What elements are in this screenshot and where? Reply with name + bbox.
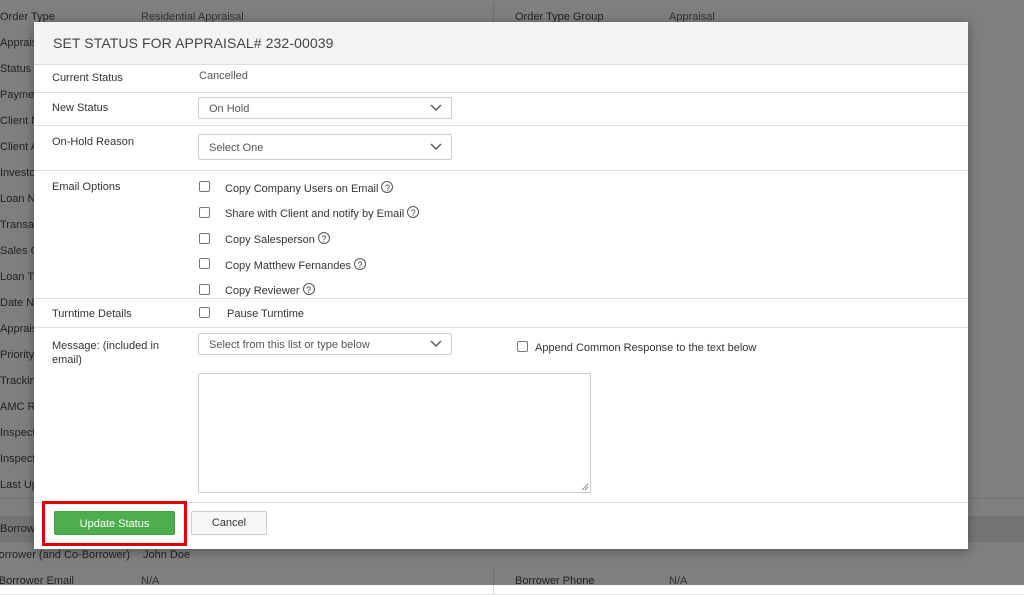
modal-header: SET STATUS FOR APPRAISAL# 232-00039 [34,22,968,65]
email-options-row: Email Options Copy Company Users on Emai… [34,170,968,299]
option-label: Copy Reviewer [225,285,300,297]
option-label: Copy Company Users on Email [225,183,379,195]
chevron-down-icon [430,340,442,347]
pause-turntime-checkbox[interactable] [199,307,210,318]
copy-company-users-checkbox[interactable] [199,181,210,192]
help-icon[interactable]: ? [407,206,420,218]
new-status-selected: On Hold [209,103,250,115]
option-label: Copy Salesperson [225,234,315,246]
email-options-label: Email Options [52,181,121,193]
cancel-button[interactable]: Cancel [191,511,267,535]
set-status-modal: SET STATUS FOR APPRAISAL# 232-00039 Curr… [34,22,968,549]
share-with-client-checkbox[interactable] [199,207,210,218]
help-icon[interactable]: ? [302,283,315,295]
current-status-label: Current Status [52,72,123,84]
option-label: Share with Client and notify by Email [225,208,405,220]
on-hold-reason-selected: Select One [209,142,264,154]
current-status-row: Current Status Cancelled [34,64,968,93]
append-common-response-label: Append Common Response to the text below [535,342,757,354]
turntime-label: Turntime Details [52,308,132,320]
new-status-label: New Status [52,102,109,114]
append-common-response-checkbox[interactable] [517,341,528,352]
current-status-value: Cancelled [199,70,248,82]
chevron-down-icon [430,143,442,150]
help-icon[interactable]: ? [381,181,394,193]
copy-salesperson-option: Copy Salesperson? [225,232,330,246]
help-icon[interactable]: ? [317,232,330,244]
copy-salesperson-checkbox[interactable] [199,233,210,244]
copy-matthew-fernandes-option: Copy Matthew Fernandes? [225,258,366,272]
common-response-placeholder: Select from this list or type below [209,339,370,351]
pause-turntime-label: Pause Turntime [227,308,305,320]
copy-company-users-option: Copy Company Users on Email? [225,181,394,195]
copy-matthew-fernandes-checkbox[interactable] [199,258,210,269]
message-textarea[interactable] [198,373,591,493]
copy-reviewer-option: Copy Reviewer? [225,283,315,297]
message-label: Message: (included in email) [52,340,160,366]
copy-reviewer-checkbox[interactable] [199,284,210,295]
new-status-row: New Status On Hold [34,92,968,126]
chevron-down-icon [430,104,442,111]
common-response-select[interactable]: Select from this list or type below [198,333,452,355]
highlight-box [42,501,187,546]
on-hold-reason-label: On-Hold Reason [52,136,134,148]
new-status-select[interactable]: On Hold [198,97,452,119]
help-icon[interactable]: ? [353,258,366,270]
resize-handle-icon[interactable] [581,483,589,491]
modal-title: SET STATUS FOR APPRAISAL# 232-00039 [53,35,334,51]
option-label: Copy Matthew Fernandes [225,260,351,272]
on-hold-reason-row: On-Hold Reason Select One [34,125,968,171]
on-hold-reason-select[interactable]: Select One [198,134,452,160]
turntime-row: Turntime Details Pause Turntime [34,298,968,328]
share-with-client-option: Share with Client and notify by Email? [225,206,420,220]
